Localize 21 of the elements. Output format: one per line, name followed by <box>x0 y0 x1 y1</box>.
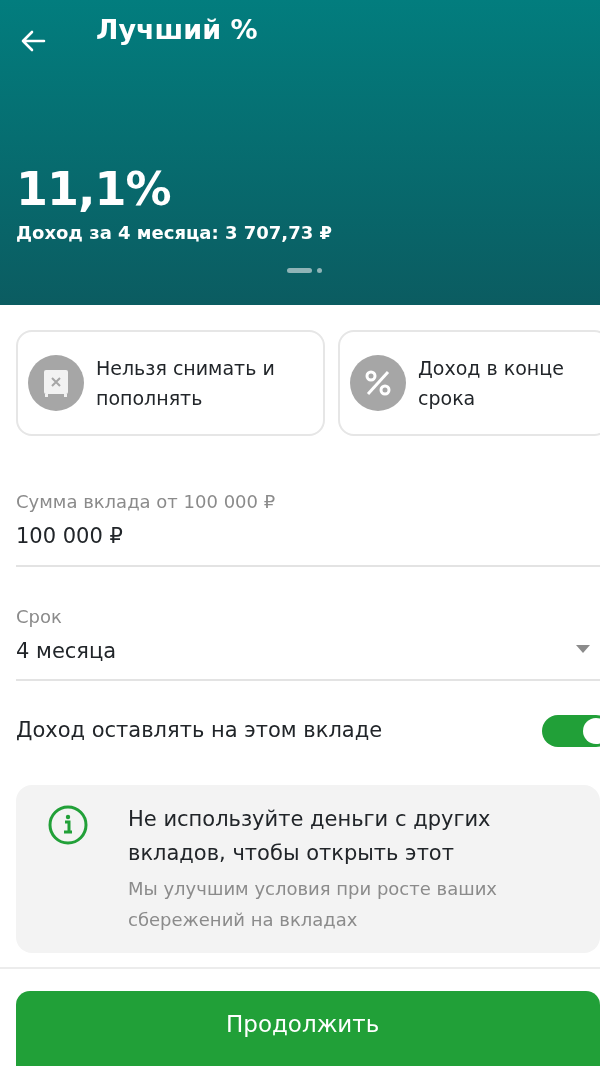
back-icon[interactable] <box>20 30 46 52</box>
interest-rate: 11,1% <box>16 164 172 215</box>
safe-icon <box>28 355 84 411</box>
pager-dot[interactable] <box>316 267 322 273</box>
dropdown-icon <box>576 644 590 653</box>
field-value: 4 месяца <box>16 637 118 665</box>
field-label: Срок <box>16 604 63 629</box>
info-icon <box>48 805 88 845</box>
toggle-label: Доход оставлять на этом вкладе <box>16 717 383 745</box>
field-label: Сумма вклада от 100 000 ₽ <box>16 490 277 514</box>
percent-icon <box>350 355 406 411</box>
feature-text: Доход в конце срока <box>418 355 565 411</box>
income-text: Доход за 4 месяца: 3 707,73 ₽ <box>16 220 333 245</box>
screen-title: Лучший % <box>96 12 258 47</box>
toggle-switch[interactable] <box>542 715 600 747</box>
field-value: 100 000 ₽ <box>16 523 124 550</box>
notice-title: Не используйте деньги с других вкладов, чтобы открыть этот <box>128 806 492 867</box>
feature-text: Нельзя снимать и пополнять <box>96 355 276 411</box>
notice-text: Мы улучшим условия при росте ваших сбережений на вкладах <box>128 877 498 932</box>
input-field[interactable]: Сумма вклада от 100 000 ₽ 100 000 ₽ <box>16 488 600 567</box>
input-field[interactable]: Срок 4 месяца <box>16 602 600 681</box>
